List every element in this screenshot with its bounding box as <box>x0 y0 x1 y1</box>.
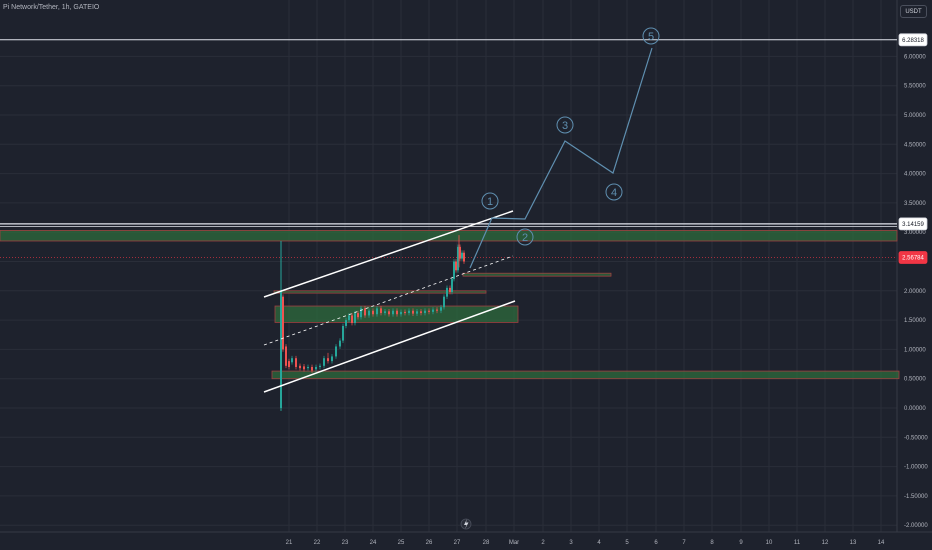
candle-body <box>291 358 293 363</box>
candle-body <box>443 296 445 308</box>
time-tick-label: 10 <box>766 540 773 546</box>
price-tick-label: 1.50000 <box>904 318 926 324</box>
price-tick-label: 0.00000 <box>904 406 926 412</box>
candle-body <box>357 313 359 318</box>
candle-body <box>424 310 426 314</box>
price-badge-label: 3.14159 <box>902 222 924 228</box>
lightning-icon[interactable] <box>460 518 472 530</box>
candle-body <box>368 310 370 316</box>
candle-body <box>436 309 438 311</box>
time-tick-label: 26 <box>426 540 433 546</box>
price-tick-label: 5.00000 <box>904 113 926 119</box>
candle-body <box>319 365 321 367</box>
candle-body <box>354 313 356 324</box>
candle-body <box>420 311 422 314</box>
wave-label-4: 4 <box>611 187 617 199</box>
wave-label-1: 1 <box>487 196 493 208</box>
resistance-zone <box>0 230 898 242</box>
candle-body <box>285 346 287 366</box>
candle-body <box>455 261 457 271</box>
candle-body <box>339 340 341 347</box>
candle-body <box>376 308 378 315</box>
price-tick-label: -1.00000 <box>904 465 928 471</box>
price-tick-label: 5.50000 <box>904 84 926 90</box>
candle-body <box>400 311 402 315</box>
candle-body <box>412 310 414 314</box>
candle-body <box>295 358 297 367</box>
price-tick-label: 0.50000 <box>904 377 926 383</box>
time-tick-label: 23 <box>342 540 349 546</box>
time-tick-label: 28 <box>483 540 490 546</box>
price-badge-label: 2.56784 <box>902 256 924 262</box>
time-tick-label: 13 <box>850 540 857 546</box>
candle-body <box>404 311 406 314</box>
candle-body <box>453 261 455 280</box>
time-tick-label: 11 <box>794 540 801 546</box>
price-tick-label: 4.00000 <box>904 172 926 178</box>
price-tick-label: 3.00000 <box>904 230 926 236</box>
price-tick-label: 6.00000 <box>904 54 926 60</box>
time-tick-label: 22 <box>314 540 321 546</box>
candle-body <box>428 310 430 312</box>
candle-body <box>416 311 418 314</box>
candle-body <box>315 366 317 370</box>
candle-body <box>342 325 344 341</box>
price-tick-label: 1.00000 <box>904 347 926 353</box>
candle-body <box>432 309 434 312</box>
candle-body <box>307 366 309 369</box>
price-chart[interactable]: 12345 6.000005.500005.000004.500004.0000… <box>0 0 932 550</box>
chart-title: Pi Network/Tether, 1h, GATEIO <box>3 4 100 11</box>
price-tick-label: -2.00000 <box>904 523 928 529</box>
time-tick-label: 27 <box>454 540 461 546</box>
candle-body <box>345 320 347 326</box>
candle-body <box>461 252 463 259</box>
currency-button[interactable]: USDT <box>900 5 927 18</box>
price-tick-label: 3.50000 <box>904 201 926 207</box>
candle-body <box>446 287 448 297</box>
candle-body <box>335 346 337 357</box>
candle-body <box>282 296 284 350</box>
price-tick-label: 2.00000 <box>904 289 926 295</box>
candle-body <box>288 361 290 367</box>
candle-body <box>323 358 325 366</box>
demand-zone-low <box>271 370 900 380</box>
price-tick-label: -1.50000 <box>904 494 928 500</box>
wave-label-2: 2 <box>522 232 528 244</box>
wave-label-5: 5 <box>648 31 654 43</box>
price-badge-label: 6.28318 <box>902 38 924 44</box>
time-tick-label: 25 <box>398 540 405 546</box>
candle-body <box>351 315 353 324</box>
candle-body <box>327 358 329 362</box>
candle-body <box>311 366 313 371</box>
candle-body <box>384 311 386 314</box>
chart-window: 12345 6.00000 5.50000 5.00000 4.50000 4.0000… <box>0 0 932 550</box>
price-tick-label: -0.50000 <box>904 435 928 441</box>
wave-label-3: 3 <box>562 120 568 132</box>
candle-body <box>364 308 366 316</box>
candle-body <box>451 279 453 292</box>
candle-body <box>299 365 301 369</box>
time-tick-label: 12 <box>822 540 829 546</box>
support-zone-thin <box>273 290 487 294</box>
time-tick-label: 14 <box>878 540 885 546</box>
candle-body <box>348 315 350 321</box>
candle-body <box>331 356 333 362</box>
time-tick-label: 24 <box>370 540 377 546</box>
price-tick-label: 4.50000 <box>904 142 926 148</box>
candle-body <box>396 310 398 315</box>
candle-body <box>388 311 390 315</box>
candle-body <box>449 287 451 292</box>
candle-body <box>408 310 410 314</box>
candle-body <box>372 310 374 315</box>
time-tick-label: 21 <box>286 540 293 546</box>
time-tick-label: Mar <box>509 540 519 546</box>
support-zone-small <box>462 272 612 277</box>
candle-body <box>463 252 465 262</box>
candle-body <box>380 308 382 314</box>
candle-body <box>392 310 394 315</box>
candle-body <box>440 307 442 311</box>
candle-body <box>303 366 305 370</box>
